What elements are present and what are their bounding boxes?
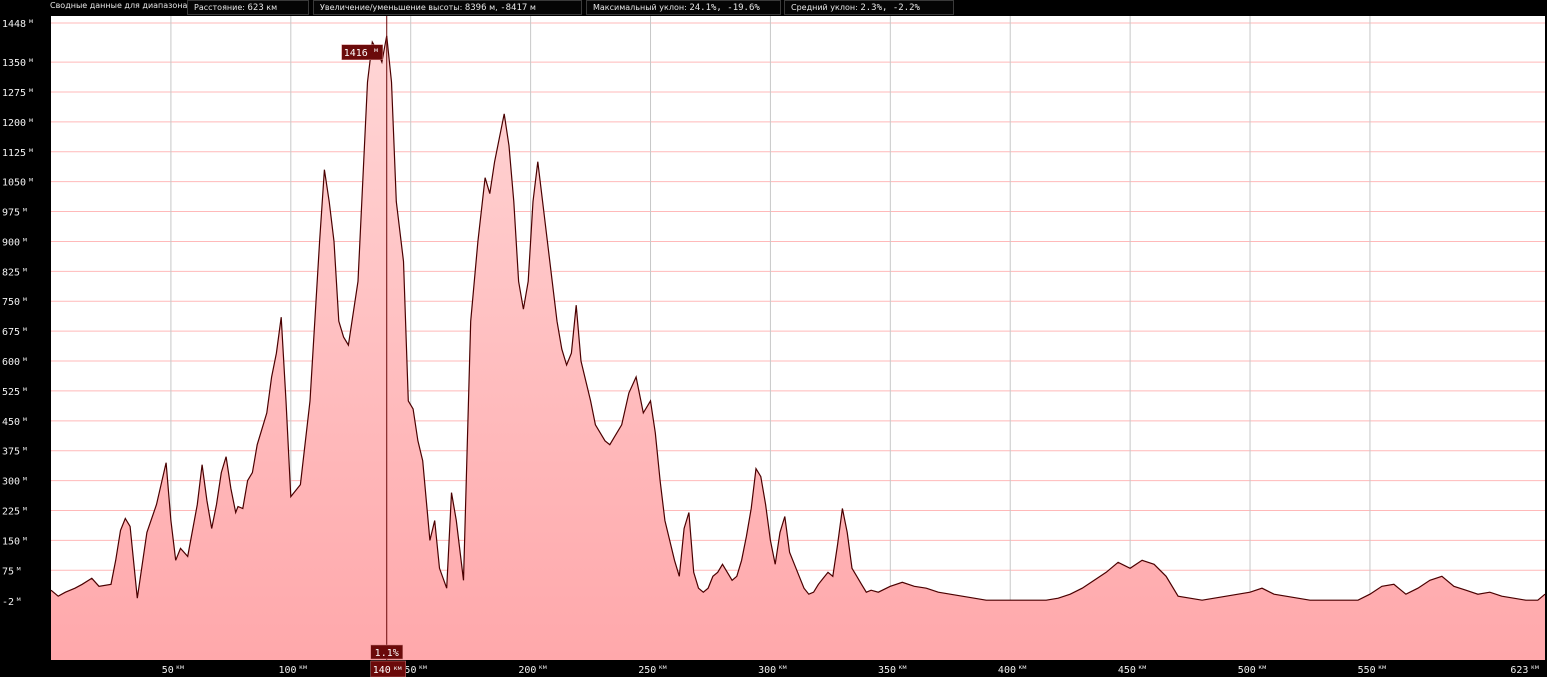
y-tick-label: 225	[2, 507, 20, 518]
y-tick-label: 975	[2, 208, 20, 219]
elevation-profile-chart[interactable]: 1448 м1350 м1275 м1200 м1125 м1050 м975 м900 м82…	[0, 0, 1547, 677]
x-tick-label: 250	[638, 665, 656, 676]
y-tick-unit: м	[29, 87, 34, 94]
x-tick-label: 200	[518, 665, 536, 676]
x-tick-label: 450	[1118, 665, 1136, 676]
y-tick-label: 375	[2, 447, 20, 458]
y-tick-unit: м	[23, 296, 28, 303]
x-axis-ticks: 50 км 100 км 150 км 200 км 250 км 300 км 350 км 400 км 4…	[162, 664, 1539, 676]
y-tick-unit: м	[23, 356, 28, 363]
x-tick-unit: км	[419, 664, 427, 671]
x-tick-unit: км	[1378, 664, 1386, 671]
y-tick-unit: м	[29, 18, 34, 25]
y-tick-label: 900	[2, 237, 20, 248]
x-tick-unit: км	[779, 664, 787, 671]
y-tick-label: 1275	[2, 88, 26, 99]
y-tick-label: 1125	[2, 148, 26, 159]
y-tick-label: 450	[2, 417, 20, 428]
cursor-km-unit: км	[394, 665, 402, 672]
y-tick-unit: м	[23, 416, 28, 423]
y-tick-unit: м	[23, 386, 28, 393]
y-tick-label: 825	[2, 267, 20, 278]
y-tick-label: -2	[2, 597, 14, 608]
y-tick-label: 675	[2, 327, 20, 338]
x-tick-label: 50	[162, 665, 174, 676]
x-tick-label: 300	[758, 665, 776, 676]
x-tick-unit: км	[659, 664, 667, 671]
y-tick-unit: м	[16, 565, 21, 572]
x-tick-label: 623	[1510, 665, 1528, 676]
y-tick-unit: м	[29, 57, 34, 64]
x-tick-label: 550	[1358, 665, 1376, 676]
x-tick-label: 100	[279, 665, 297, 676]
y-tick-unit: м	[23, 207, 28, 214]
cursor-slope-marker: 1.1%	[370, 644, 403, 660]
x-tick-unit: км	[539, 664, 547, 671]
y-tick-unit: м	[29, 177, 34, 184]
y-tick-label: 1448	[2, 19, 26, 30]
x-tick-unit: км	[1019, 664, 1027, 671]
y-tick-label: 1200	[2, 118, 26, 129]
x-tick-unit: км	[1258, 664, 1266, 671]
x-tick-unit: км	[1531, 664, 1539, 671]
x-tick-unit: км	[299, 664, 307, 671]
y-tick-unit: м	[23, 506, 28, 513]
y-tick-label: 1350	[2, 58, 26, 69]
peak-marker: 1416 м	[341, 44, 383, 61]
y-tick-unit: м	[23, 476, 28, 483]
y-tick-label: 300	[2, 477, 20, 488]
y-tick-unit: м	[16, 596, 21, 603]
y-tick-unit: м	[23, 446, 28, 453]
y-tick-label: 600	[2, 357, 20, 368]
y-axis-ticks: 1448 м1350 м1275 м1200 м1125 м1050 м975 м900 м82…	[2, 18, 33, 608]
cursor-km-value: 140	[373, 665, 391, 676]
y-tick-unit: м	[23, 236, 28, 243]
x-tick-label: 400	[998, 665, 1016, 676]
y-tick-label: 1050	[2, 178, 26, 189]
x-tick-unit: км	[1138, 664, 1146, 671]
peak-value: 1416	[344, 48, 368, 59]
y-tick-label: 75	[2, 566, 14, 577]
cursor-km-marker: 140 км	[370, 660, 406, 677]
y-tick-label: 525	[2, 387, 20, 398]
x-tick-unit: км	[176, 664, 184, 671]
x-tick-unit: км	[899, 664, 907, 671]
peak-unit: м	[374, 47, 379, 54]
y-tick-unit: м	[23, 326, 28, 333]
x-tick-label: 350	[878, 665, 896, 676]
y-tick-unit: м	[23, 266, 28, 273]
y-tick-label: 150	[2, 536, 20, 547]
cursor-slope-value: 1.1%	[375, 648, 399, 659]
y-tick-unit: м	[29, 147, 34, 154]
y-tick-unit: м	[29, 117, 34, 124]
y-tick-unit: м	[23, 535, 28, 542]
y-tick-label: 750	[2, 297, 20, 308]
x-tick-label: 500	[1238, 665, 1256, 676]
